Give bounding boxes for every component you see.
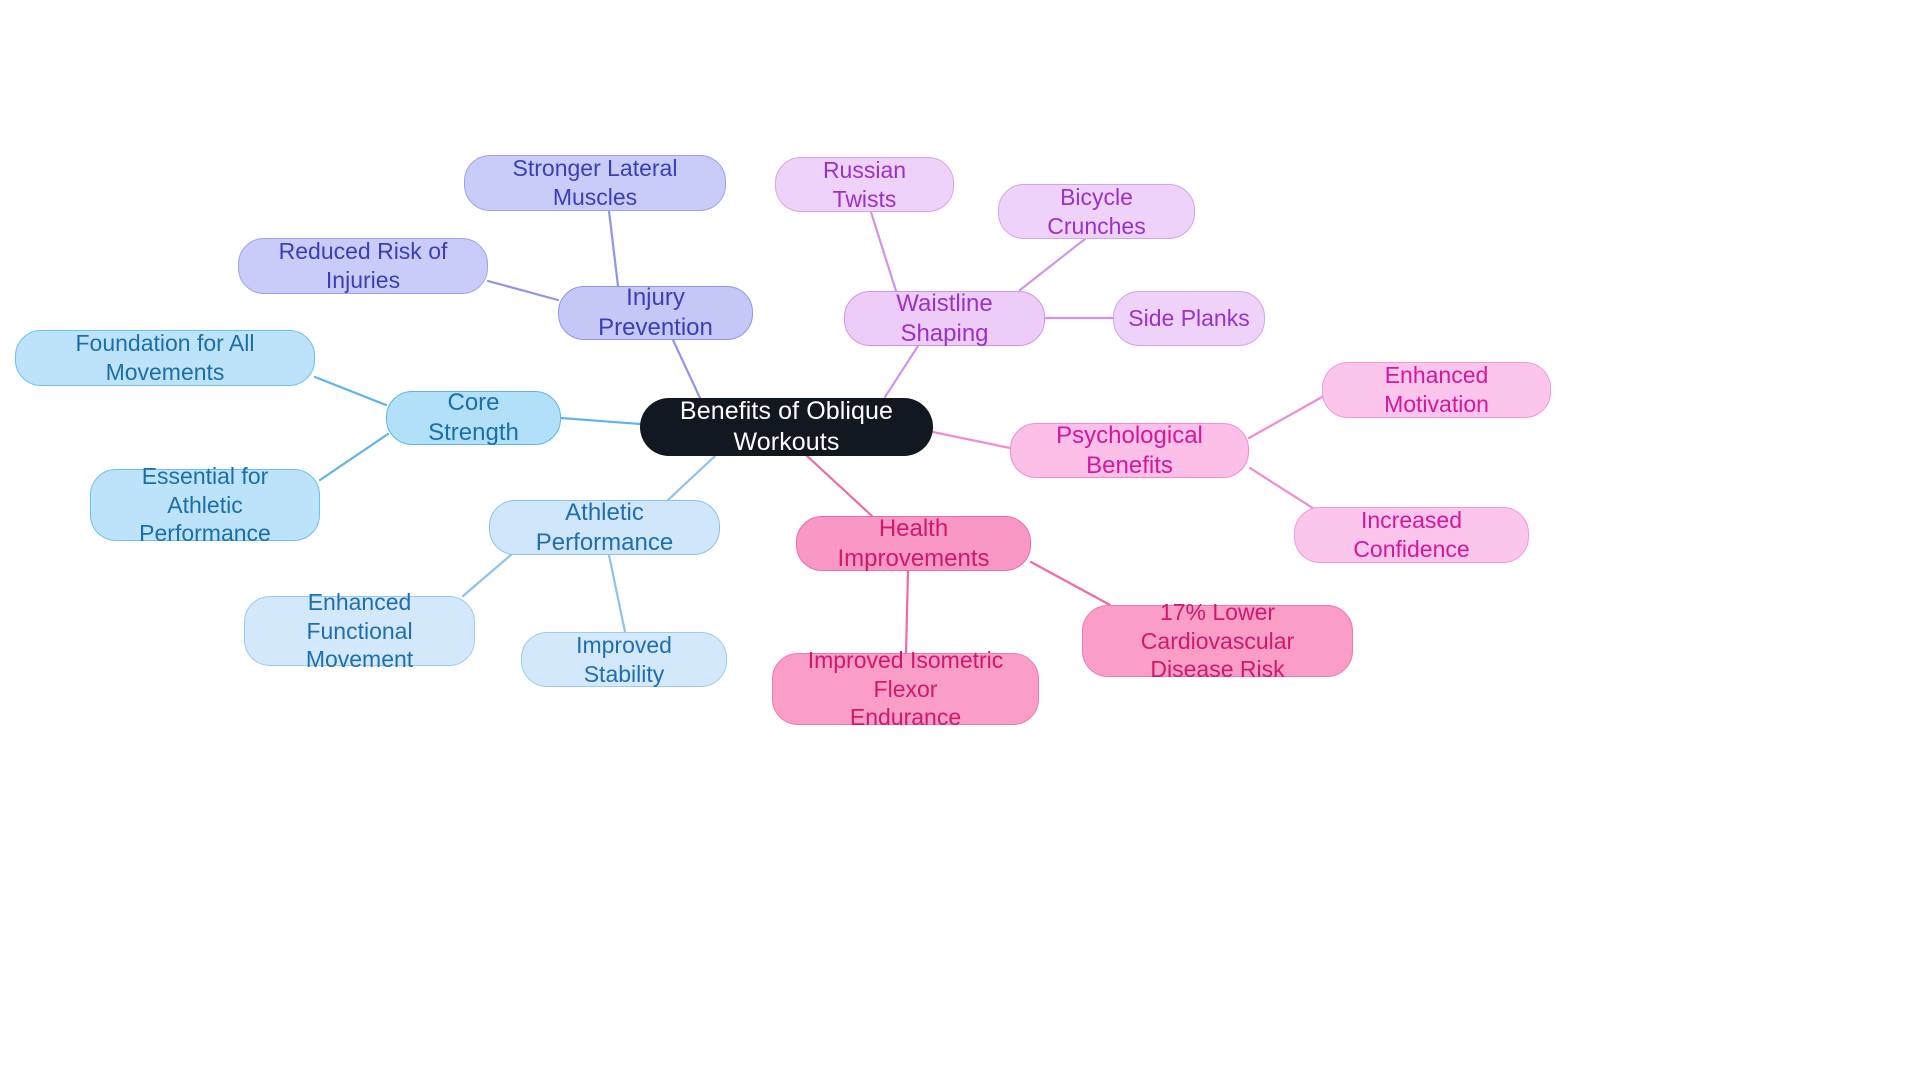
- edge-athletic-enhanced-functional: [461, 552, 514, 598]
- edge-injury-reduced-risk: [486, 279, 560, 302]
- leaf-node-essential-for-athletic-performance[interactable]: Essential for Athletic Performance: [90, 463, 320, 546]
- node-label: Waistline Shaping: [896, 289, 993, 347]
- leaf-node-russian-twists[interactable]: Russian Twists: [775, 157, 954, 212]
- node-label: Stronger Lateral Muscles: [512, 155, 678, 210]
- node-label: Russian Twists: [822, 156, 907, 212]
- branch-node-athletic-performance[interactable]: Athletic Performance: [489, 498, 720, 556]
- node-label: Psychological Benefits: [1056, 421, 1203, 479]
- node-label: Increased Confidence: [1353, 507, 1470, 562]
- node-label: Reduced Risk of Injuries: [278, 238, 448, 293]
- edge-waistline-bicycle-crunches: [1018, 237, 1087, 292]
- node-label: Enhanced Motivation: [1384, 362, 1489, 417]
- branch-node-core-strength[interactable]: Core Strength: [386, 389, 561, 446]
- leaf-node-stronger-lateral-muscles[interactable]: Stronger Lateral Muscles: [464, 155, 726, 211]
- leaf-node-increased-confidence[interactable]: Increased Confidence: [1294, 507, 1529, 563]
- edge-core-strength-essential: [318, 432, 390, 482]
- branch-node-psychological-benefits[interactable]: Psychological Benefits: [1010, 421, 1249, 479]
- node-label: Benefits of Oblique Workouts: [679, 396, 894, 456]
- mindmap-canvas: Benefits of Oblique Workouts Core Strengt…: [0, 0, 1920, 1083]
- branch-node-injury-prevention[interactable]: Injury Prevention: [558, 284, 753, 341]
- edge-root-core-strength: [559, 416, 642, 426]
- node-label: Essential for Athletic Performance: [139, 462, 271, 547]
- edge-psychological-enhanced-motivation: [1247, 395, 1324, 440]
- branch-node-health-improvements[interactable]: Health Improvements: [796, 514, 1031, 572]
- edge-root-waistline-shaping: [883, 344, 920, 399]
- leaf-node-bicycle-crunches[interactable]: Bicycle Crunches: [998, 184, 1195, 239]
- edge-athletic-improved-stability: [607, 553, 627, 634]
- node-label: Side Planks: [1128, 305, 1250, 332]
- edge-root-health-improvements: [804, 453, 874, 518]
- branch-node-waistline-shaping[interactable]: Waistline Shaping: [844, 289, 1045, 347]
- node-label: Foundation for All Movements: [75, 330, 255, 385]
- edge-waistline-russian-twists: [869, 210, 898, 293]
- node-label: Improved Stability: [576, 631, 672, 687]
- leaf-node-reduced-risk-of-injuries[interactable]: Reduced Risk of Injuries: [238, 238, 488, 294]
- leaf-node-side-planks[interactable]: Side Planks: [1113, 291, 1265, 346]
- edge-injury-stronger-lateral: [607, 209, 620, 288]
- node-label: 17% Lower Cardiovascular Disease Risk: [1140, 598, 1295, 683]
- node-label: Improved Isometric Flexor Endurance: [807, 646, 1004, 731]
- edge-root-injury-prevention: [671, 338, 702, 400]
- leaf-node-improved-stability[interactable]: Improved Stability: [521, 632, 727, 687]
- leaf-node-enhanced-functional-movement[interactable]: Enhanced Functional Movement: [244, 589, 475, 672]
- edge-root-psychological: [931, 430, 1012, 450]
- node-label: Enhanced Functional Movement: [305, 588, 414, 673]
- node-label: Health Improvements: [837, 514, 990, 572]
- node-label: Athletic Performance: [535, 498, 674, 556]
- node-label: Injury Prevention: [598, 284, 713, 341]
- root-node-root[interactable]: Benefits of Oblique Workouts: [640, 396, 933, 456]
- leaf-node-foundation-for-all-movements[interactable]: Foundation for All Movements: [15, 330, 315, 386]
- leaf-node-lower-cardiovascular-disease-risk[interactable]: 17% Lower Cardiovascular Disease Risk: [1082, 599, 1353, 682]
- edge-core-strength-foundation: [313, 375, 388, 407]
- leaf-node-improved-isometric-flexor-endurance[interactable]: Improved Isometric Flexor Endurance: [772, 647, 1039, 730]
- leaf-node-enhanced-motivation[interactable]: Enhanced Motivation: [1322, 362, 1551, 418]
- node-label: Core Strength: [428, 389, 519, 446]
- edge-root-athletic-performance: [666, 454, 717, 502]
- edge-health-isometric-flexor: [904, 569, 910, 655]
- node-label: Bicycle Crunches: [1047, 183, 1146, 239]
